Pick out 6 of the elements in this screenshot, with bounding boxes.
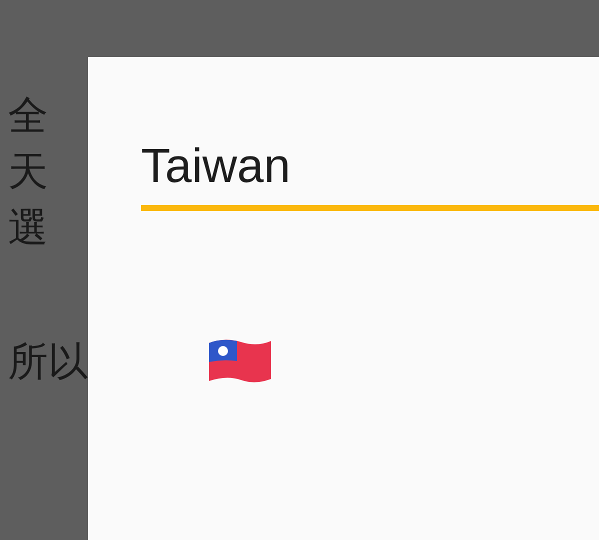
- background-text: 選: [8, 206, 48, 250]
- background-text: 所以: [8, 340, 88, 384]
- flag-icon: [207, 337, 273, 385]
- background-text: 天: [8, 150, 48, 194]
- background-text: 全: [8, 94, 48, 138]
- dialog-title: Taiwan: [141, 139, 290, 195]
